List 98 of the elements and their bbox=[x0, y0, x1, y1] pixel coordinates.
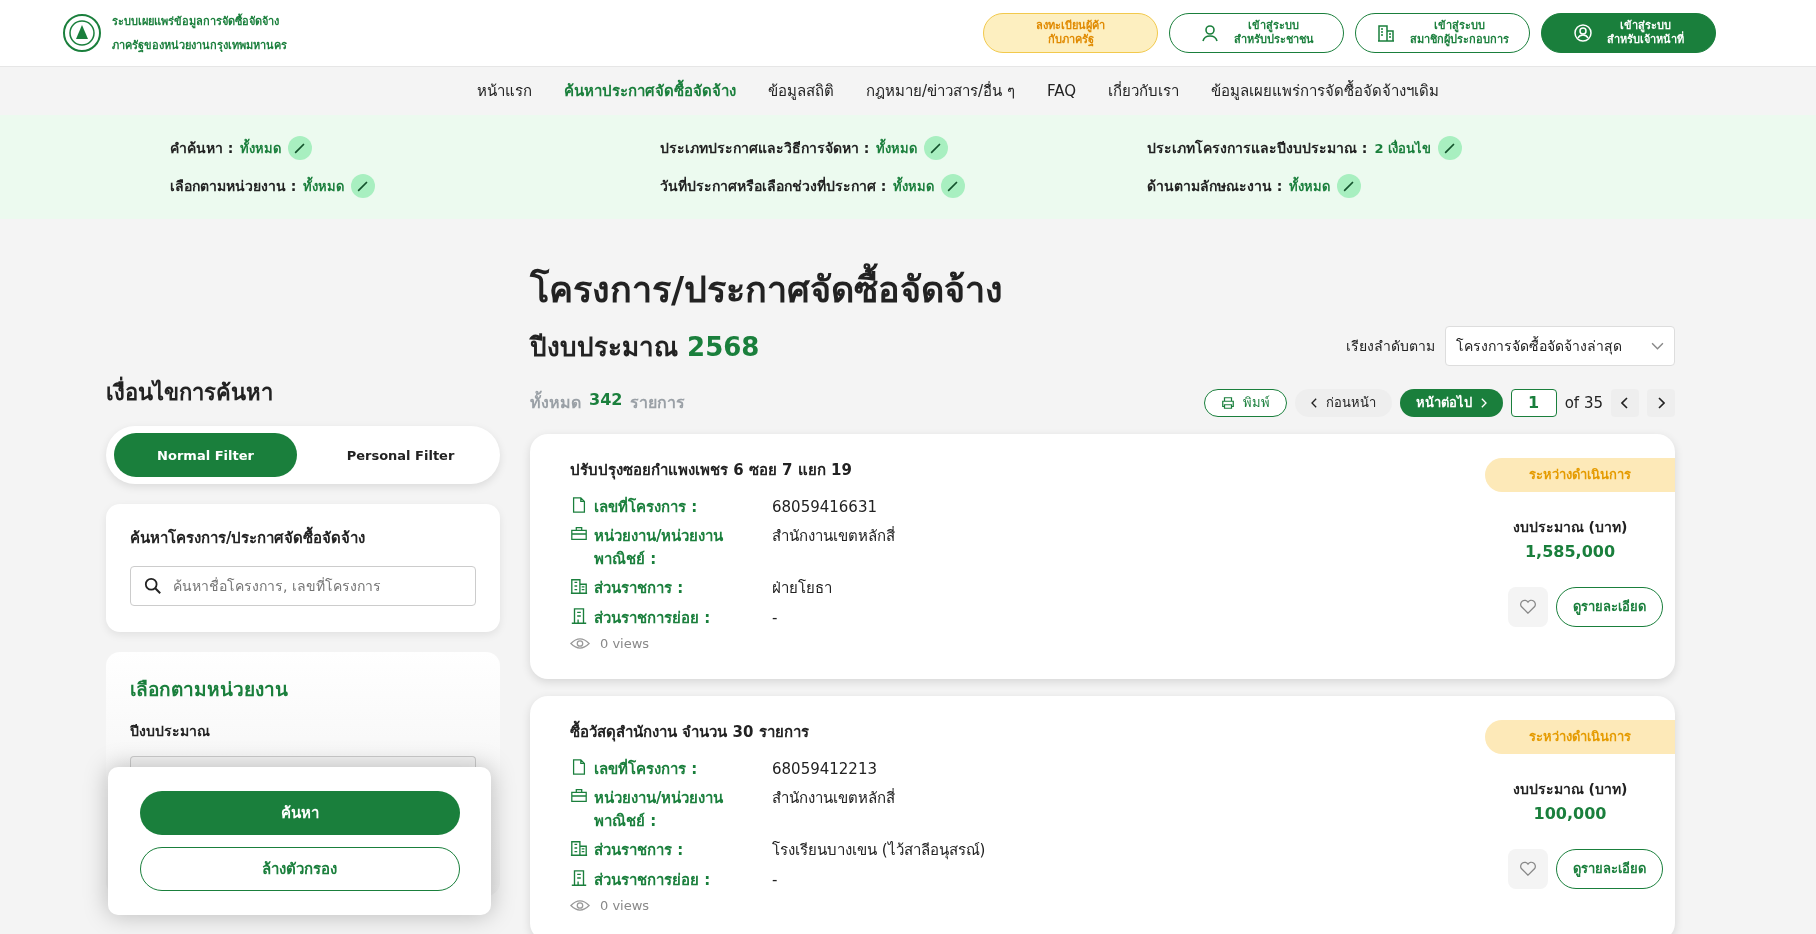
budget-label: งบประมาณ (บาท) bbox=[1511, 779, 1629, 799]
field-value: - bbox=[772, 607, 778, 629]
budget-value: 1,585,000 bbox=[1523, 541, 1617, 561]
field-label: เลขที่โครงการ : bbox=[594, 495, 699, 518]
field-value: ฝ่ายโยธา bbox=[772, 578, 832, 600]
edit-icon[interactable] bbox=[351, 174, 376, 198]
field-label: เลขที่โครงการ : bbox=[594, 757, 699, 780]
search-title: ค้นหาโครงการ/ประกาศจัดซื้อจัดจ้าง bbox=[130, 526, 476, 550]
total-unit: รายการ bbox=[630, 392, 686, 415]
staff-icon bbox=[1573, 23, 1593, 43]
field-value: 68059416631 bbox=[772, 496, 877, 518]
building-icon bbox=[570, 577, 588, 596]
site-title: ระบบเผยแพร่ข้อมูลการจัดซื้อจัดจ้าง bbox=[112, 12, 280, 30]
edit-icon[interactable] bbox=[941, 174, 966, 198]
search-icon bbox=[144, 577, 162, 595]
edit-icon[interactable] bbox=[1337, 174, 1362, 198]
filter-label: ประเภทโครงการและปีงบประมาณ : bbox=[1147, 138, 1368, 158]
nav-link[interactable]: เกี่ยวกับเรา bbox=[1107, 79, 1179, 103]
nav-link[interactable]: ข้อมูลสถิติ bbox=[768, 79, 834, 103]
page-count: of 35 bbox=[1564, 393, 1603, 412]
page-input[interactable]: 1 bbox=[1510, 388, 1557, 417]
sort-label: เรียงลำดับตาม bbox=[1346, 337, 1435, 357]
filter-label: ประเภทประกาศและวิธีการจัดหา : bbox=[660, 139, 870, 158]
filter-value: 2 เงื่อนไข bbox=[1374, 138, 1432, 158]
field-label: ปีงบประมาณ bbox=[130, 722, 211, 741]
total-label: ทั้งหมด bbox=[530, 390, 581, 416]
header-button[interactable]: เข้าสู่ระบบ สำหรับประชาชน bbox=[1169, 13, 1344, 53]
header-button[interactable]: เข้าสู่ระบบ สมาชิกผู้ประกอบการ bbox=[1355, 13, 1530, 53]
next-button[interactable]: หน้าต่อไป bbox=[1399, 388, 1503, 417]
year-label: ปีงบประมาณ bbox=[530, 331, 678, 362]
eye-icon bbox=[570, 899, 590, 913]
field-label: ส่วนราชการย่อย : bbox=[594, 869, 712, 891]
edit-icon[interactable] bbox=[288, 136, 313, 160]
chevron-down-icon bbox=[1651, 341, 1664, 351]
nav-link[interactable]: ข้อมูลเผยแพร่การจัดซื้อจัดจ้างฯเดิม bbox=[1210, 79, 1439, 103]
unit-title: เลือกตามหน่วยงาน bbox=[130, 677, 289, 702]
document-icon bbox=[570, 495, 588, 514]
building-icon bbox=[1376, 23, 1396, 43]
field-label: หน่วยงาน/หน่วยงาน พาณิชย์ : bbox=[594, 788, 725, 832]
budget-label: งบประมาณ (บาท) bbox=[1511, 517, 1629, 537]
person-icon bbox=[1199, 23, 1220, 43]
eye-icon bbox=[570, 637, 590, 651]
filter-value: ทั้งหมด bbox=[893, 175, 935, 196]
field-value: สำนักงานเขตหลักสี่ bbox=[772, 787, 895, 810]
building-icon bbox=[570, 868, 588, 887]
field-label: ส่วนราชการย่อย : bbox=[594, 607, 712, 629]
project-title: ปรับปรุงซอยกำแพงเพชร 6 ซอย 7 แยก 19 bbox=[570, 459, 853, 482]
site-title: ภาครัฐของหน่วยงานกรุงเทพมหานคร bbox=[112, 38, 287, 54]
field-value: - bbox=[772, 869, 778, 891]
edit-icon[interactable] bbox=[924, 136, 949, 160]
total-count: 342 bbox=[589, 390, 623, 412]
nav-link[interactable]: ค้นหาประกาศจัดซื้อจัดจ้าง bbox=[564, 79, 736, 103]
chevron-right-icon bbox=[1479, 397, 1487, 408]
status-badge: ระหว่างดำเนินการ bbox=[1485, 719, 1675, 754]
filter-value: ทั้งหมด bbox=[876, 137, 918, 158]
previous-button[interactable]: ก่อนหน้า bbox=[1294, 388, 1392, 417]
nav-link[interactable]: กฎหมาย/ข่าวสาร/อื่น ๆ bbox=[866, 79, 1015, 103]
filter-tab[interactable]: Normal Filter bbox=[114, 433, 297, 477]
edit-icon[interactable] bbox=[1438, 136, 1463, 160]
field-label: ส่วนราชการ : bbox=[594, 578, 685, 600]
building-icon bbox=[570, 606, 588, 625]
sort-select[interactable]: โครงการจัดซื้อจัดจ้างล่าสุด bbox=[1445, 326, 1675, 367]
header-button[interactable]: เข้าสู่ระบบ สำหรับเจ้าหน้าที่ bbox=[1541, 13, 1716, 53]
view-count: 0 views bbox=[600, 898, 650, 914]
filter-label: วันที่ประกาศหรือเลือกช่วงที่ประกาศ : bbox=[660, 175, 887, 196]
printer-icon bbox=[1220, 395, 1235, 410]
nav-link[interactable]: FAQ bbox=[1046, 82, 1076, 100]
field-value: 68059412213 bbox=[772, 758, 877, 780]
filter-value: ทั้งหมด bbox=[240, 137, 282, 158]
project-title: ซื้อวัสดุสำนักงาน จำนวน 30 รายการ bbox=[570, 719, 810, 744]
detail-button[interactable]: ดูรายละเอียด bbox=[1556, 848, 1663, 889]
nav-link[interactable]: หน้าแรก bbox=[477, 79, 532, 103]
chevron-left-icon bbox=[1310, 397, 1318, 408]
filter-label: ด้านตามลักษณะงาน : bbox=[1147, 177, 1283, 196]
field-value: สำนักงานเขตหลักสี่ bbox=[772, 525, 895, 548]
sidebar-title: เงื่อนไขการค้นหา bbox=[106, 375, 500, 410]
building-icon bbox=[570, 839, 588, 858]
search-button[interactable]: ค้นหา bbox=[139, 791, 460, 835]
filter-value: ทั้งหมด bbox=[303, 175, 345, 196]
filter-value: ทั้งหมด bbox=[1289, 175, 1331, 196]
budget-value: 100,000 bbox=[1532, 803, 1608, 823]
filter-label: เลือกตามหน่วยงาน : bbox=[170, 177, 297, 196]
chevron-left-icon[interactable] bbox=[1611, 388, 1639, 417]
print-button[interactable]: พิมพ์ bbox=[1203, 388, 1287, 417]
field-label: หน่วยงาน/หน่วยงาน พาณิชย์ : bbox=[594, 526, 725, 570]
detail-button[interactable]: ดูรายละเอียด bbox=[1556, 586, 1663, 627]
chevron-right-icon[interactable] bbox=[1647, 388, 1675, 417]
field-value: โรงเรียนบางเขน (ไว้สาลีอนุสรณ์) bbox=[772, 840, 986, 862]
status-badge: ระหว่างดำเนินการ bbox=[1485, 457, 1675, 492]
filter-tab[interactable]: Personal Filter bbox=[309, 433, 492, 477]
year-value: 2568 bbox=[687, 331, 760, 362]
document-icon bbox=[570, 757, 588, 776]
emblem-logo bbox=[62, 13, 102, 53]
view-count: 0 views bbox=[600, 636, 650, 652]
field-label: ส่วนราชการ : bbox=[594, 840, 685, 862]
filter-label: คำค้นหา : bbox=[170, 139, 234, 158]
clear-button[interactable]: ล้างตัวกรอง bbox=[139, 847, 460, 891]
search-field[interactable]: ค้นหาชื่อโครงการ, เลขที่โครงการ bbox=[130, 566, 476, 606]
